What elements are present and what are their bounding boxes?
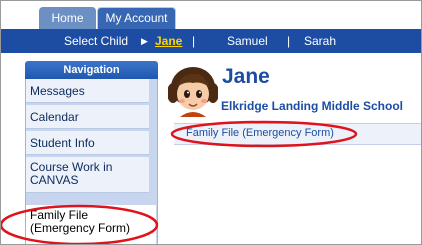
child-link-sarah[interactable]: Sarah: [304, 34, 336, 48]
navigation-sidebar: Navigation Messages Calendar Student Inf…: [25, 61, 158, 244]
student-avatar: [168, 67, 218, 117]
navigation-header: Navigation: [25, 61, 158, 79]
child-link-samuel[interactable]: Samuel: [227, 34, 268, 48]
nav-item-student-info[interactable]: Student Info: [26, 131, 149, 155]
portal-window: Home My Account Select Child ▶ Jane | Sa…: [0, 0, 422, 245]
separator: |: [192, 34, 196, 48]
student-name: Jane: [222, 65, 270, 88]
tab-home[interactable]: Home: [39, 7, 96, 29]
tab-my-account[interactable]: My Account: [97, 7, 176, 29]
select-child-bar: Select Child ▶ Jane | Samuel | Sarah: [1, 29, 421, 53]
nav-item-family-file[interactable]: Family File (Emergency Form): [26, 205, 156, 244]
navigation-panel: Messages Calendar Student Info Course Wo…: [25, 79, 158, 244]
select-child-label: Select Child: [64, 34, 129, 48]
subnav-family-file-link[interactable]: Family File (Emergency Form): [186, 127, 334, 139]
nav-item-calendar[interactable]: Calendar: [26, 105, 149, 129]
top-tab-bar: Home My Account: [1, 1, 421, 29]
separator: |: [287, 34, 291, 48]
child-link-jane[interactable]: Jane: [155, 34, 182, 48]
nav-item-course-work[interactable]: Course Work in CANVAS: [26, 157, 149, 193]
school-name: Elkridge Landing Middle School: [221, 99, 404, 113]
nav-item-messages[interactable]: Messages: [26, 79, 149, 103]
triangle-right-icon: ▶: [141, 36, 148, 46]
